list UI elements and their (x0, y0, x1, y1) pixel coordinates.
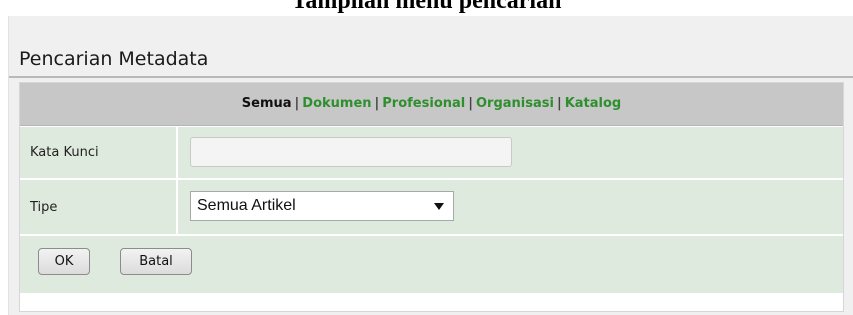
type-select[interactable]: Semua Artikel (190, 191, 454, 221)
title-divider (9, 76, 853, 78)
type-label: Tipe (20, 180, 178, 234)
keyword-input[interactable] (190, 137, 512, 167)
nav-separator: | (294, 96, 300, 111)
nav-separator: | (468, 96, 473, 111)
type-row: Tipe Semua Artikel (20, 180, 843, 234)
cancel-button[interactable]: Batal (120, 248, 192, 275)
nav-item-organisasi[interactable]: Organisasi (476, 96, 554, 111)
ok-button[interactable]: OK (38, 248, 90, 275)
nav-item-semua[interactable]: Semua (242, 96, 292, 111)
nav-item-katalog[interactable]: Katalog (565, 96, 622, 111)
button-row: OK Batal (20, 236, 843, 293)
keyword-label: Kata Kunci (20, 127, 178, 178)
nav-separator: | (374, 96, 380, 111)
search-form: Semua | Dokumen | Profesional | Organisasi | Kat… (19, 82, 844, 312)
type-select-value: Semua Artikel (197, 197, 296, 214)
search-panel: Pencarian Metadata Semua | Dokumen | Profesi… (8, 16, 853, 315)
nav-item-profesional[interactable]: Profesional (382, 96, 465, 111)
nav-item-dokumen[interactable]: Dokumen (302, 96, 371, 111)
panel-title: Pencarian Metadata (19, 48, 209, 70)
figure-caption: Tampilan menu pencarian (291, 0, 562, 14)
dropdown-arrow-icon (434, 203, 444, 210)
category-nav: Semua | Dokumen | Profesional | Organisasi | Kat… (20, 83, 843, 126)
keyword-row: Kata Kunci (20, 127, 843, 178)
nav-separator: | (556, 96, 562, 111)
